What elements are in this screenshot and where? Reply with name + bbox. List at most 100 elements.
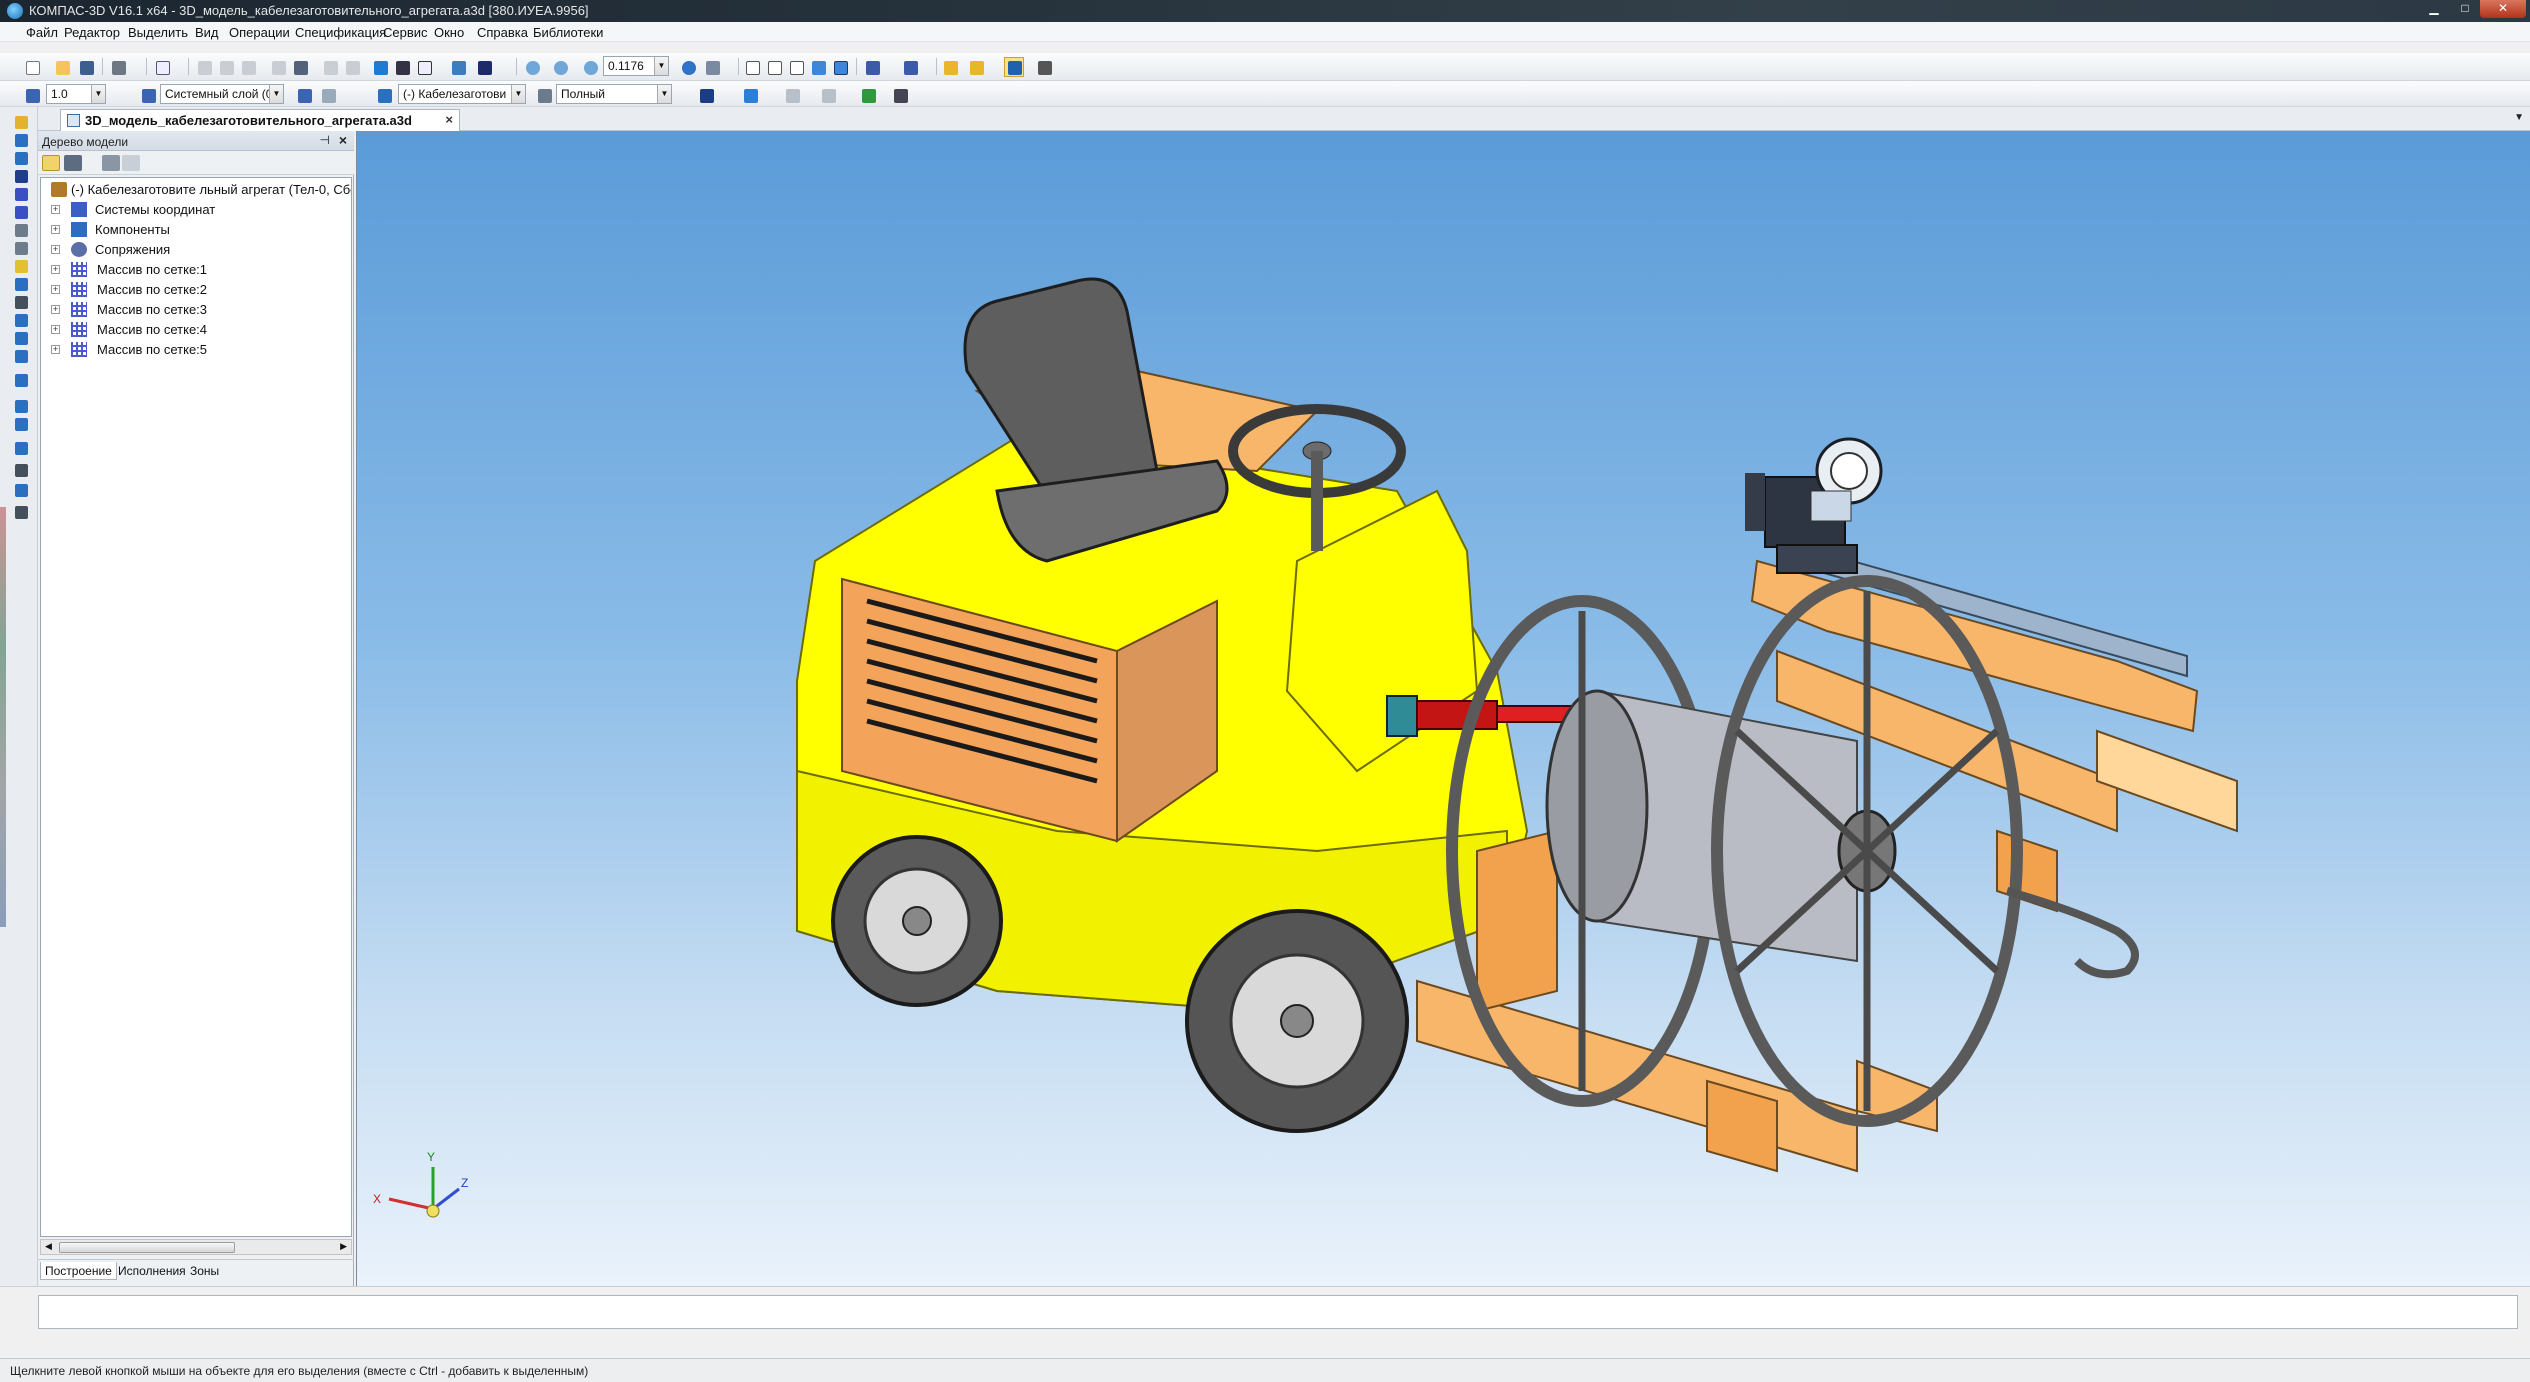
layer-combo[interactable]: Системный слой (0) ▼ [160,84,284,104]
menu-help[interactable]: Справка [477,25,528,40]
panel-triangle-icon[interactable] [12,259,32,275]
scroll-right-icon[interactable]: ▶ [340,1241,347,1252]
menu-service[interactable]: Сервис [383,25,428,40]
menu-specification[interactable]: Спецификация [295,25,386,40]
orientation-button[interactable] [702,57,722,77]
calc-button[interactable] [448,57,468,77]
shaded-edges-button[interactable] [830,57,850,77]
redo-button[interactable] [342,57,362,77]
filter-coordinates-button[interactable] [862,57,882,77]
step-combo[interactable]: 1.0 ▼ [46,84,106,104]
menu-view[interactable]: Вид [195,25,219,40]
panel-specification-icon[interactable] [12,313,32,329]
snap-toggle-button[interactable] [1004,57,1024,77]
menu-editor[interactable]: Редактор [64,25,120,40]
menu-window[interactable]: Окно [434,25,464,40]
manager-button[interactable] [290,57,310,77]
panel-selection-icon[interactable] [12,349,32,365]
layer-icon[interactable] [138,85,158,105]
panel-tools-icon[interactable] [12,505,32,521]
tree-sort-icon[interactable] [102,155,120,171]
scroll-left-icon[interactable]: ◀ [45,1241,52,1252]
spec-button[interactable] [392,57,412,77]
hidden-lines-button[interactable] [764,57,784,77]
maximize-button[interactable]: □ [2449,0,2481,18]
tree-display-mode-icon[interactable] [64,155,82,171]
section-button[interactable] [966,57,986,77]
paste-button[interactable] [238,57,258,77]
menu-operations[interactable]: Операции [229,25,290,40]
pin-icon[interactable]: ⊣ [320,133,330,147]
wireframe-view-button[interactable] [742,57,762,77]
document-tab[interactable]: 3D_модель_кабелезаготовительного_агрегат… [60,109,460,131]
panel-edit-assembly-icon[interactable] [12,115,32,131]
tab-construction[interactable]: Построение [40,1262,117,1280]
filter-planes-button[interactable] [900,57,920,77]
menu-select[interactable]: Выделить [128,25,188,40]
current-step-icon[interactable] [22,85,42,105]
panel-spatial-curves-icon[interactable] [12,277,32,293]
panel-components-icon[interactable] [12,133,32,149]
text-style-button[interactable] [890,85,910,105]
tree-horizontal-scrollbar[interactable]: ◀ ▶ [40,1239,352,1255]
zoom-all-button[interactable] [550,57,570,77]
zoom-scale-combo[interactable]: 0.1176 ▼ [603,56,669,76]
green-tool-button[interactable] [858,85,878,105]
mcs-button[interactable] [782,85,802,105]
toolbar-options-button[interactable] [1034,57,1054,77]
expand-icon[interactable]: + [51,305,60,314]
expand-icon[interactable]: + [51,325,60,334]
3d-viewport[interactable]: Y X Z [356,131,2530,1286]
panel-sheet-metal-icon[interactable] [12,295,32,311]
state-object-icon[interactable] [374,85,394,105]
tabs-dropdown-icon[interactable]: ▼ [2514,112,2524,123]
display-mode-combo[interactable]: Полный ▼ [556,84,672,104]
close-panel-button[interactable]: × [339,132,347,148]
panel-table-icon[interactable] [12,483,32,499]
cable-machine-3d-model[interactable]: Y X Z [357,131,2530,1286]
close-window-button[interactable]: ✕ [2480,0,2526,18]
expand-icon[interactable]: + [51,345,60,354]
preview-button[interactable] [152,57,172,77]
tab-zones[interactable]: Зоны [186,1262,223,1280]
tab-versions[interactable]: Исполнения [114,1262,190,1280]
property-panel[interactable] [38,1295,2518,1329]
expand-icon[interactable]: + [51,245,60,254]
new-document-button[interactable] [22,57,42,77]
panel-notations-icon[interactable] [12,399,32,415]
expand-icon[interactable]: + [51,265,60,274]
panel-arrays-icon[interactable] [12,187,32,203]
panel-control-icon[interactable] [12,417,32,433]
panel-measure-icon[interactable] [12,223,32,239]
library-manager-button[interactable] [370,57,390,77]
panel-print-icon[interactable] [12,463,32,479]
copy-button[interactable] [216,57,236,77]
zoom-scale-button[interactable] [580,57,600,77]
close-tab-button[interactable]: × [445,112,453,127]
menu-file[interactable]: Файл [26,25,58,40]
help-pointer-button[interactable] [474,57,494,77]
zoom-in-window-button[interactable] [522,57,542,77]
panel-surfaces-icon[interactable] [12,241,32,257]
panel-mates-icon[interactable] [12,151,32,167]
panel-reports-icon[interactable] [12,331,32,347]
plane-button[interactable] [318,85,338,105]
object-combo[interactable]: (-) Кабелезаготови ▼ [398,84,526,104]
panel-features-icon[interactable] [12,169,32,185]
print-button[interactable] [108,57,128,77]
open-button[interactable] [52,57,72,77]
panel-aux-geometry-icon[interactable] [12,205,32,221]
expand-icon[interactable]: + [51,225,60,234]
thin-lines-button[interactable] [786,57,806,77]
shaded-view-button[interactable] [808,57,828,77]
color-button[interactable] [696,85,716,105]
expand-icon[interactable]: + [51,285,60,294]
display-mode-icon[interactable] [534,85,554,105]
undo-button[interactable] [320,57,340,77]
save-button[interactable] [76,57,96,77]
variables-button[interactable] [414,57,434,77]
scroll-thumb[interactable] [59,1242,235,1253]
menu-libraries[interactable]: Библиотеки [533,25,603,40]
rotate-button[interactable] [678,57,698,77]
local-cs-button[interactable] [294,85,314,105]
